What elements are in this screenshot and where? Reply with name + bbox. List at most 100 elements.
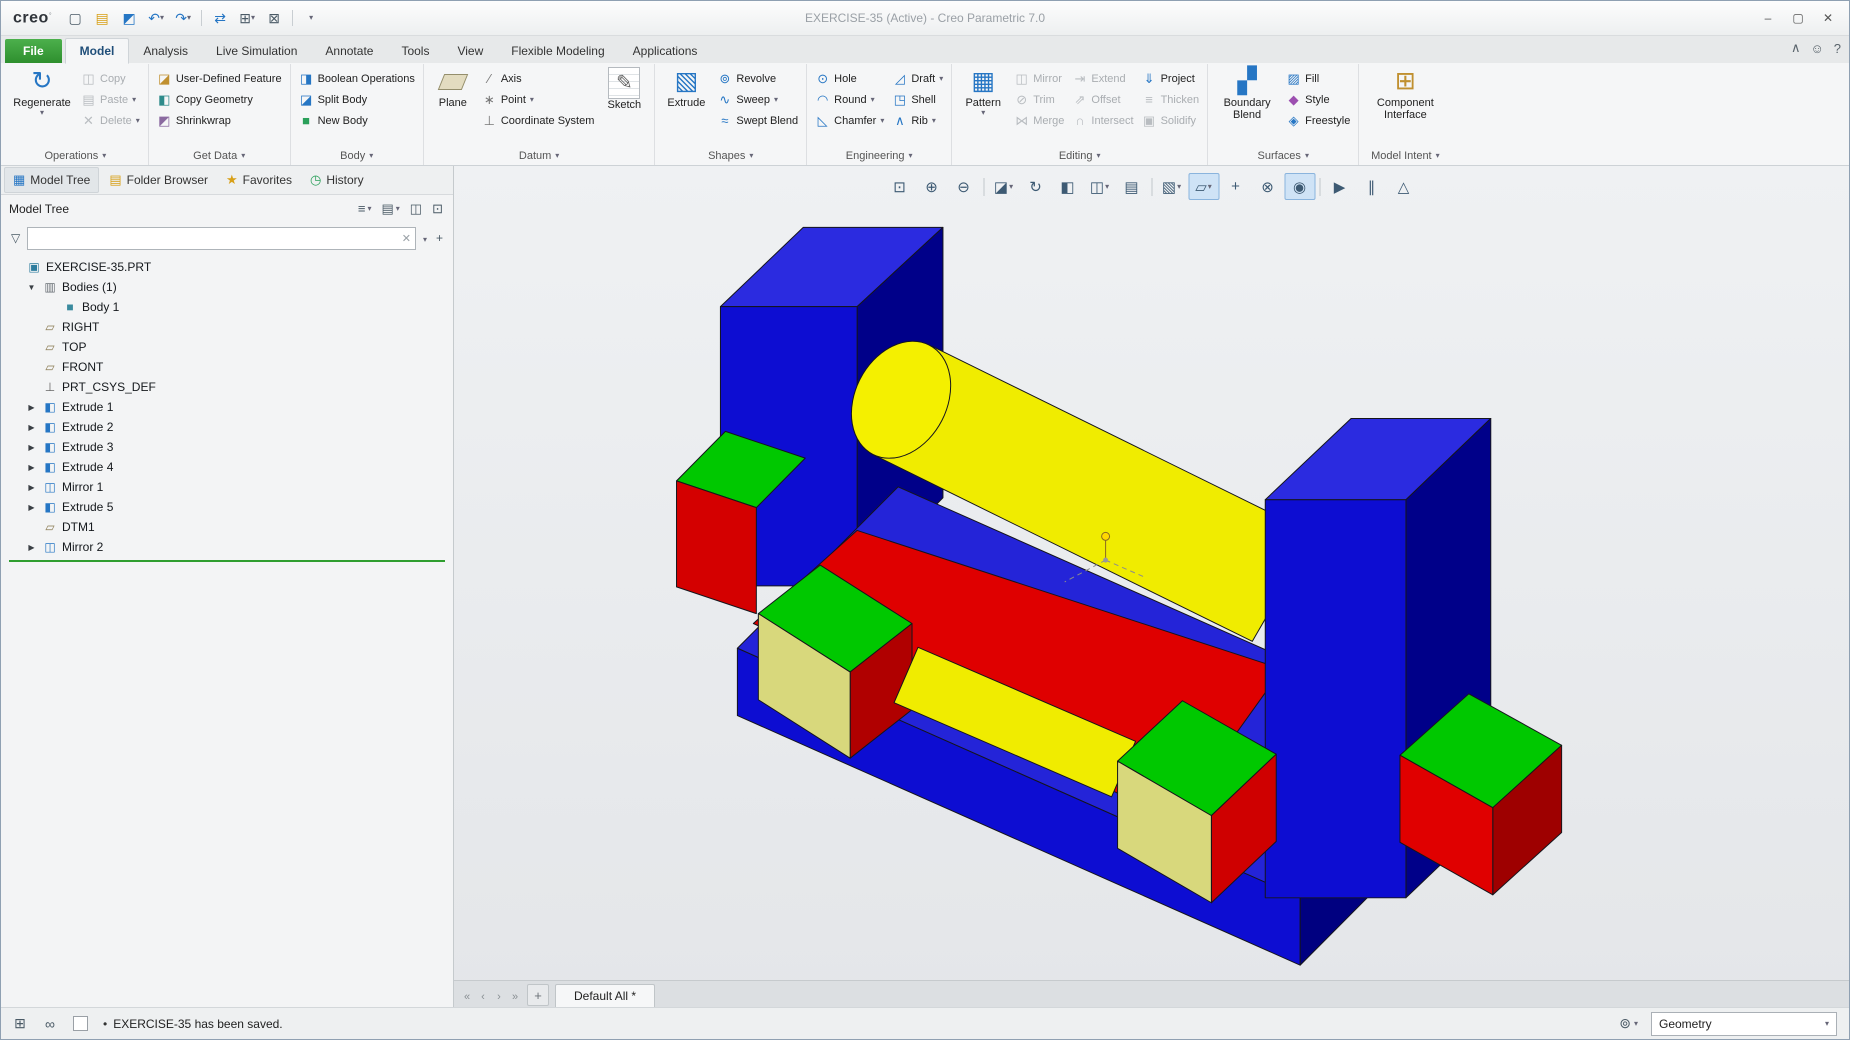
close-button[interactable]: ✕ xyxy=(1813,6,1843,30)
navtab-favorites[interactable]: ★ Favorites xyxy=(218,168,300,192)
style-button[interactable]: ◆ Style xyxy=(1283,90,1353,109)
maximize-button[interactable]: ▢ xyxy=(1783,6,1813,30)
regenerate-button[interactable]: ↻ Regenerate ▾ xyxy=(8,65,76,119)
navtab-folder-browser[interactable]: ▤ Folder Browser xyxy=(101,168,216,192)
freestyle-button[interactable]: ◈ Freestyle xyxy=(1283,111,1353,130)
collapse-ribbon-icon[interactable]: ∧ xyxy=(1791,40,1801,56)
tab-applications[interactable]: Applications xyxy=(619,39,712,63)
clear-search-icon[interactable]: ✕ xyxy=(402,232,411,245)
tab-analysis[interactable]: Analysis xyxy=(129,39,202,63)
tree-item-top[interactable]: ▱ TOP xyxy=(1,337,453,357)
tree-display-button[interactable]: ≡ ▾ xyxy=(356,201,374,216)
navtab-history[interactable]: ◷ History xyxy=(302,168,372,192)
copy-geometry-button[interactable]: ◧ Copy Geometry xyxy=(154,90,285,109)
tree-item-extrude3[interactable]: ▶ ◧ Extrude 3 xyxy=(1,437,453,457)
rib-button[interactable]: ∧ Rib ▾ xyxy=(889,111,946,130)
datum-display-button[interactable]: ▱ ▾ xyxy=(1188,173,1219,200)
display-style-button[interactable]: ◪ ▾ xyxy=(988,173,1019,200)
group-label-datum[interactable]: Datum ▾ xyxy=(429,147,650,165)
hole-button[interactable]: ⊙ Hole xyxy=(812,69,887,88)
panel-options-button[interactable]: ⊡ xyxy=(430,201,445,217)
saved-orientations-button[interactable]: ◫ ▾ xyxy=(1084,173,1115,200)
next-view-arrow[interactable]: › xyxy=(491,987,507,1007)
refit-button[interactable]: ⊡ xyxy=(884,173,915,200)
tree-item-dtm1[interactable]: ▱ DTM1 xyxy=(1,517,453,537)
search-model-button[interactable]: ⊚ ▾ xyxy=(1614,1012,1643,1035)
extend-button[interactable]: ⇥ Extend xyxy=(1069,69,1136,88)
tree-search-input[interactable] xyxy=(32,230,402,246)
search-options-button[interactable]: ▾ xyxy=(421,231,429,245)
intersect-button[interactable]: ∩ Intersect xyxy=(1069,111,1136,130)
sketch-button[interactable]: ✎ Sketch xyxy=(599,65,649,113)
tree-item-extrude4[interactable]: ▶ ◧ Extrude 4 xyxy=(1,457,453,477)
right-tower-front-face[interactable] xyxy=(1264,499,1407,899)
solidify-button[interactable]: ▣ Solidify xyxy=(1139,111,1203,130)
first-view-arrow[interactable]: « xyxy=(459,987,475,1007)
plane-button[interactable]: Plane xyxy=(429,65,477,111)
expander-icon[interactable]: ▶ xyxy=(25,423,38,432)
axis-button[interactable]: ∕ Axis xyxy=(479,69,598,88)
project-button[interactable]: ⇓ Project xyxy=(1139,69,1203,88)
zoom-out-button[interactable]: ⊖ xyxy=(948,173,979,200)
tab-annotate[interactable]: Annotate xyxy=(311,39,387,63)
tab-tools[interactable]: Tools xyxy=(387,39,443,63)
group-label-model-intent[interactable]: Model Intent ▾ xyxy=(1364,147,1446,165)
expander-icon[interactable]: ▶ xyxy=(25,503,38,512)
active-view-tab[interactable]: Default All * xyxy=(555,984,656,1007)
revolve-button[interactable]: ⊚ Revolve xyxy=(714,69,801,88)
chamfer-button[interactable]: ◺ Chamfer ▾ xyxy=(812,111,887,130)
navtab-model-tree[interactable]: ▦ Model Tree xyxy=(4,167,100,193)
expander-icon[interactable]: ▶ xyxy=(25,543,38,552)
thicken-button[interactable]: ≡ Thicken xyxy=(1139,90,1203,109)
shrinkwrap-button[interactable]: ◩ Shrinkwrap xyxy=(154,111,285,130)
tree-item-right[interactable]: ▱ RIGHT xyxy=(1,317,453,337)
mirror-button[interactable]: ◫ Mirror xyxy=(1011,69,1067,88)
display-filters-button[interactable]: ∞ xyxy=(39,1013,61,1035)
expander-icon[interactable]: ▶ xyxy=(25,463,38,472)
draft-button[interactable]: ◿ Draft ▾ xyxy=(889,69,946,88)
merge-button[interactable]: ⋈ Merge xyxy=(1011,111,1067,130)
component-interface-button[interactable]: ⊞ Component Interface xyxy=(1364,65,1446,123)
point-button[interactable]: ∗ Point ▾ xyxy=(479,90,598,109)
filter-funnel-icon[interactable]: ▽ xyxy=(9,231,22,245)
tree-item-mirror1[interactable]: ▶ ◫ Mirror 1 xyxy=(1,477,453,497)
new-body-button[interactable]: ■ New Body xyxy=(296,111,418,130)
last-view-arrow[interactable]: » xyxy=(507,987,523,1007)
zoom-in-button[interactable]: ⊕ xyxy=(916,173,947,200)
annotation-display-button[interactable]: + xyxy=(1220,173,1251,200)
user-account-icon[interactable]: ☺ xyxy=(1810,41,1823,56)
pause-button[interactable]: ∥ xyxy=(1356,173,1387,200)
tree-columns-button[interactable]: ◫ xyxy=(408,201,424,217)
expander-icon[interactable]: ▶ xyxy=(25,483,38,492)
shade-button[interactable]: ◧ xyxy=(1052,173,1083,200)
tree-settings-button[interactable]: ▤ ▾ xyxy=(379,201,401,217)
tree-item-bodies[interactable]: ▼ ▥ Bodies (1) xyxy=(1,277,453,297)
paste-button[interactable]: ▤ Paste ▾ xyxy=(78,90,143,109)
minimize-button[interactable]: – xyxy=(1753,6,1783,30)
group-label-editing[interactable]: Editing ▾ xyxy=(957,147,1202,165)
undo-button[interactable]: ↶ ▾ xyxy=(143,6,169,30)
help-icon[interactable]: ? xyxy=(1834,41,1841,56)
tree-item-mirror2[interactable]: ▶ ◫ Mirror 2 xyxy=(1,537,453,557)
section-button[interactable]: ▧ ▾ xyxy=(1156,173,1187,200)
tab-file[interactable]: File xyxy=(5,39,62,63)
split-body-button[interactable]: ◪ Split Body xyxy=(296,90,418,109)
tree-item-front[interactable]: ▱ FRONT xyxy=(1,357,453,377)
open-file-button[interactable]: ▤ xyxy=(89,6,115,30)
group-label-operations[interactable]: Operations ▾ xyxy=(8,147,143,165)
insert-locator-line[interactable] xyxy=(9,560,445,562)
model-tree-toggle-button[interactable]: ⊞ xyxy=(9,1013,31,1035)
view-manager-button[interactable]: ▤ xyxy=(1116,173,1147,200)
selection-filter-dropdown[interactable]: Geometry ▾ xyxy=(1651,1011,1837,1036)
close-window-button[interactable]: ⊠ xyxy=(261,6,287,30)
expand-search-button[interactable]: + xyxy=(434,231,445,245)
shell-button[interactable]: ◳ Shell xyxy=(889,90,946,109)
new-view-tab-button[interactable]: + xyxy=(527,984,549,1006)
analysis-display-button[interactable]: △ xyxy=(1388,173,1419,200)
tree-item-root[interactable]: ▣ EXERCISE-35.PRT xyxy=(1,257,453,277)
round-button[interactable]: ◠ Round ▾ xyxy=(812,90,887,109)
new-file-button[interactable]: ▢ xyxy=(62,6,88,30)
trim-button[interactable]: ⊘ Trim xyxy=(1011,90,1067,109)
tab-flexible-modeling[interactable]: Flexible Modeling xyxy=(497,39,618,63)
expander-icon[interactable]: ▼ xyxy=(25,283,38,292)
